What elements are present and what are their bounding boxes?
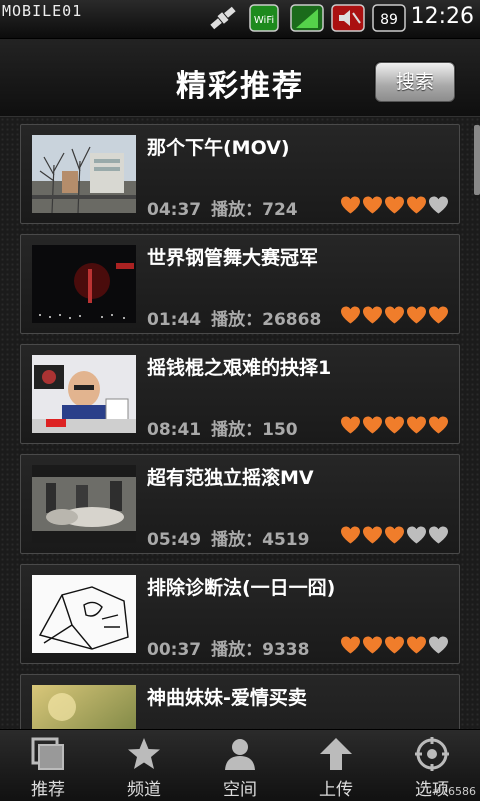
signal-icon <box>290 4 324 32</box>
video-meta: 00:37 播放：9338 <box>147 635 309 660</box>
heart-filled-icon <box>384 415 405 435</box>
play-count: 150 <box>262 420 298 440</box>
video-item[interactable]: 超有范独立摇滚MV 05:49 播放：4519 <box>20 454 460 554</box>
search-button[interactable]: 搜索 <box>375 62 455 102</box>
heart-filled-icon <box>384 305 405 325</box>
heart-filled-icon <box>362 525 383 545</box>
heart-filled-icon <box>362 415 383 435</box>
heart-filled-icon <box>340 415 361 435</box>
video-thumbnail[interactable] <box>32 135 136 213</box>
heart-filled-icon <box>340 195 361 215</box>
wifi-icon: WiFi <box>249 4 279 32</box>
play-count: 724 <box>262 200 298 220</box>
tab-space[interactable]: 空间 <box>192 730 288 801</box>
video-thumbnail[interactable] <box>32 245 136 323</box>
video-duration: 05:49 <box>147 530 202 550</box>
plays-label: 播放： <box>211 640 263 660</box>
video-title[interactable]: 神曲妹妹-爱情买卖 <box>147 683 307 710</box>
video-duration: 04:37 <box>147 200 202 220</box>
heart-filled-icon <box>384 635 405 655</box>
options-icon <box>415 737 449 771</box>
video-title[interactable]: 世界钢管舞大赛冠军 <box>147 243 318 270</box>
video-title[interactable]: 排除诊断法(一日一囧) <box>147 573 335 600</box>
video-thumbnail[interactable] <box>32 685 136 729</box>
heart-filled-icon <box>362 195 383 215</box>
tab-label: 频道 <box>127 780 161 800</box>
video-duration: 01:44 <box>147 310 202 330</box>
plays-label: 播放： <box>211 200 263 220</box>
heart-filled-icon <box>406 195 427 215</box>
heart-filled-icon <box>428 305 449 325</box>
svg-text:89: 89 <box>380 12 398 28</box>
heart-filled-icon <box>362 305 383 325</box>
heart-filled-icon <box>340 305 361 325</box>
heart-filled-icon <box>384 195 405 215</box>
rating <box>339 415 449 437</box>
video-title[interactable]: 那个下午(MOV) <box>147 133 290 160</box>
video-item[interactable]: 那个下午(MOV) 04:37 播放：724 <box>20 124 460 224</box>
clock: 12:26 <box>410 4 474 29</box>
title-bar: 精彩推荐 搜索 <box>0 39 480 117</box>
rating <box>339 635 449 657</box>
rating <box>339 305 449 327</box>
tab-label: 上传 <box>319 780 353 800</box>
star-icon <box>128 738 160 769</box>
user-icon <box>225 739 255 770</box>
video-thumbnail[interactable] <box>32 465 136 543</box>
rating <box>339 195 449 217</box>
plays-label: 播放： <box>211 310 263 330</box>
video-meta: 04:37 播放：724 <box>147 195 298 220</box>
video-meta: 01:44 播放：26868 <box>147 305 321 330</box>
tab-label: 空间 <box>223 780 257 800</box>
video-list[interactable]: 那个下午(MOV) 04:37 播放：724 世界钢管舞大赛冠军 01:44 播放：… <box>0 117 480 729</box>
video-item[interactable]: 排除诊断法(一日一囧) 00:37 播放：9338 <box>20 564 460 664</box>
heart-filled-icon <box>340 635 361 655</box>
heart-empty-icon <box>406 525 427 545</box>
rating <box>339 525 449 547</box>
heart-filled-icon <box>406 635 427 655</box>
heart-filled-icon <box>362 635 383 655</box>
heart-filled-icon <box>340 525 361 545</box>
video-thumbnail[interactable] <box>32 575 136 653</box>
tab-bar: 推荐 频道 空间 上传 选项 <box>0 729 480 801</box>
tab-recommend[interactable]: 推荐 <box>0 730 96 801</box>
play-count: 9338 <box>262 640 310 660</box>
recommend-icon <box>31 737 64 770</box>
video-thumbnail[interactable] <box>32 355 136 433</box>
heart-empty-icon <box>428 635 449 655</box>
video-meta: 05:49 播放：4519 <box>147 525 309 550</box>
image-id: #76586 <box>431 785 476 798</box>
tab-channel[interactable]: 频道 <box>96 730 192 801</box>
heart-filled-icon <box>406 305 427 325</box>
video-item[interactable]: 世界钢管舞大赛冠军 01:44 播放：26868 <box>20 234 460 334</box>
scrollbar[interactable] <box>474 125 480 195</box>
heart-empty-icon <box>428 195 449 215</box>
svg-text:WiFi: WiFi <box>254 15 274 26</box>
watermark: MOBILE01 <box>2 2 83 20</box>
battery-icon: 89 <box>372 4 406 32</box>
tab-label: 推荐 <box>31 780 65 800</box>
heart-filled-icon <box>406 415 427 435</box>
play-count: 26868 <box>262 310 322 330</box>
play-count: 4519 <box>262 530 310 550</box>
sound-off-icon <box>331 4 365 32</box>
status-bar: MOBILE01 WiFi 89 12:26 <box>0 0 480 39</box>
video-duration: 08:41 <box>147 420 202 440</box>
video-title[interactable]: 超有范独立摇滚MV <box>147 463 314 490</box>
heart-filled-icon <box>428 415 449 435</box>
plays-label: 播放： <box>211 530 263 550</box>
tab-upload[interactable]: 上传 <box>288 730 384 801</box>
satellite-icon <box>210 6 236 30</box>
heart-filled-icon <box>384 525 405 545</box>
heart-empty-icon <box>428 525 449 545</box>
video-duration: 00:37 <box>147 640 202 660</box>
video-title[interactable]: 摇钱棍之艰难的抉择1 <box>147 353 331 380</box>
video-item[interactable]: 神曲妹妹-爱情买卖 <box>20 674 460 729</box>
plays-label: 播放： <box>211 420 263 440</box>
video-item[interactable]: 摇钱棍之艰难的抉择1 08:41 播放：150 <box>20 344 460 444</box>
upload-arrow-icon <box>320 738 352 770</box>
video-meta: 08:41 播放：150 <box>147 415 298 440</box>
